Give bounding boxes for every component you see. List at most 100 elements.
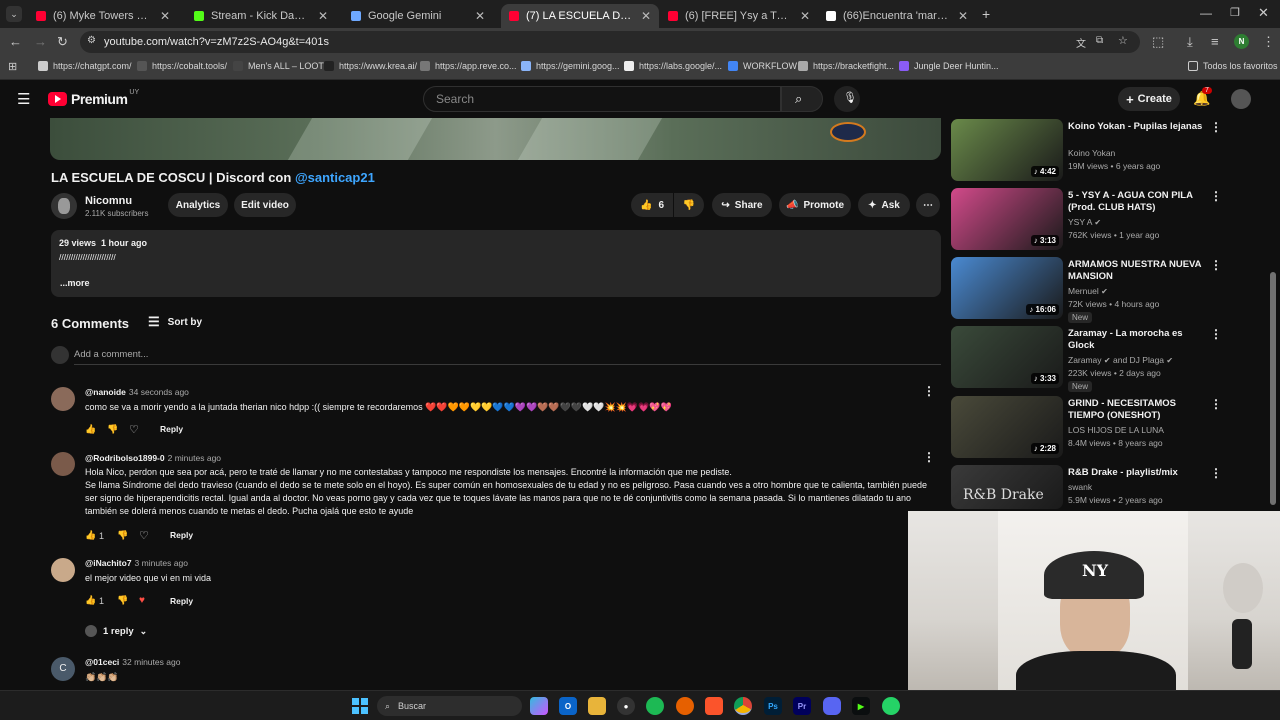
dislike-button[interactable]: 👎 (674, 193, 704, 217)
comment-avatar[interactable] (51, 387, 75, 411)
browser-tab[interactable]: (6) Myke Towers - TOP TIER (Vi ✕ (28, 4, 178, 28)
comment-avatar[interactable]: C (51, 657, 75, 681)
bookmark-item[interactable]: WORKFLOW (728, 61, 797, 71)
comment-menu-icon[interactable]: ⋮ (923, 384, 935, 398)
like-button[interactable]: 👍 6 (631, 193, 673, 217)
sort-by-button[interactable]: ☰ Sort by (148, 314, 202, 330)
profile-avatar[interactable]: N (1234, 34, 1249, 49)
related-video-title[interactable]: GRIND - NECESITAMOS TIEMPO (ONESHOT) (1068, 398, 1208, 422)
reply-button[interactable]: Reply (170, 596, 193, 606)
heart-icon[interactable]: ♡ (129, 423, 157, 436)
related-video-channel[interactable]: swank (1068, 481, 1092, 493)
comment-dislike-icon[interactable]: 👎 (117, 595, 139, 606)
whatsapp-icon[interactable] (882, 697, 900, 715)
discord-icon[interactable] (823, 697, 841, 715)
channel-avatar[interactable] (51, 193, 77, 219)
related-video-title[interactable]: R&B Drake - playlist/mix (1068, 467, 1208, 479)
browser-tab[interactable]: (6) [FREE] Ysy a Trap Beat Instru ✕ (660, 4, 818, 28)
bookmark-item[interactable]: https://chatgpt.com/ (38, 61, 132, 71)
comment-author[interactable]: @iNachito7 3 minutes ago (85, 558, 188, 568)
related-video-thumbnail[interactable]: ♪ 2:28 (951, 396, 1063, 458)
comment-dislike-icon[interactable]: 👎 (107, 424, 129, 435)
bookmark-item[interactable]: https://cobalt.tools/ (137, 61, 227, 71)
address-bar[interactable]: ⚙ youtube.com/watch?v=zM7z2S-AO4g&t=401s… (80, 31, 1140, 53)
reply-button[interactable]: Reply (170, 530, 193, 540)
file-explorer-icon[interactable] (588, 697, 606, 715)
related-video-title[interactable]: Zaramay - La morocha es Glock (1068, 328, 1208, 352)
related-video-menu-icon[interactable]: ⋮ (1210, 120, 1222, 134)
related-video-thumbnail[interactable]: ♪ 3:13 (951, 188, 1063, 250)
close-tab-icon[interactable]: ✕ (958, 9, 968, 23)
edit-video-button[interactable]: Edit video (234, 193, 296, 217)
reply-button[interactable]: Reply (160, 424, 183, 434)
taskbar-search[interactable]: ⌕ Buscar (377, 696, 522, 716)
comment-avatar[interactable] (51, 558, 75, 582)
bookmark-item[interactable]: Men's ALL – LOOT (233, 61, 324, 71)
comment-author[interactable]: @nanoide 34 seconds ago (85, 387, 189, 397)
related-video-channel[interactable]: YSY A ✔ (1068, 216, 1101, 229)
create-button[interactable]: + Create (1118, 87, 1180, 111)
comment-author[interactable]: @01ceci 32 minutes ago (85, 657, 180, 667)
install-icon[interactable]: ⧉ (1096, 35, 1103, 46)
search-button[interactable]: ⌕ (781, 86, 823, 112)
ask-button[interactable]: ✦ Ask (858, 193, 910, 217)
close-tab-icon[interactable]: ✕ (318, 9, 328, 23)
channel-name[interactable]: Nicomnu (85, 195, 132, 207)
add-comment-input[interactable]: Add a comment... (74, 349, 941, 365)
related-video-channel[interactable]: Zaramay ✔ and DJ Plaga ✔ (1068, 354, 1173, 367)
youtube-logo[interactable]: Premium UY (48, 89, 139, 107)
search-input[interactable]: Search (423, 86, 781, 112)
related-video-menu-icon[interactable]: ⋮ (1210, 466, 1222, 480)
spotify-icon[interactable] (646, 697, 664, 715)
view-replies-button[interactable]: 1 reply ⌄ (85, 625, 147, 637)
comment-avatar[interactable] (51, 452, 75, 476)
account-avatar[interactable] (1231, 89, 1251, 109)
comment-menu-icon[interactable]: ⋮ (923, 450, 935, 464)
browser-tab[interactable]: Google Gemini ✕ (343, 4, 493, 28)
close-window-icon[interactable]: ✕ (1258, 5, 1269, 21)
related-video-menu-icon[interactable]: ⋮ (1210, 397, 1222, 411)
download-icon[interactable]: ⤓ (1187, 34, 1193, 50)
all-bookmarks[interactable]: Todos los favoritos (1188, 61, 1278, 71)
comment-like-icon[interactable]: 👍 (85, 530, 99, 541)
copilot-icon[interactable] (530, 697, 548, 715)
video-player[interactable] (50, 118, 941, 160)
comment-dislike-icon[interactable]: 👎 (117, 530, 139, 541)
comment-like-icon[interactable]: 👍 (85, 424, 107, 435)
bookmark-star-icon[interactable]: ☆ (1118, 34, 1128, 47)
chrome-icon[interactable] (734, 697, 752, 715)
close-tab-icon[interactable]: ✕ (160, 9, 170, 23)
related-video-channel[interactable]: Koino Yokan (1068, 147, 1115, 159)
reload-icon[interactable]: ↻ (57, 34, 68, 50)
related-video-menu-icon[interactable]: ⋮ (1210, 327, 1222, 341)
close-tab-icon[interactable]: ✕ (641, 9, 651, 23)
bookmark-item[interactable]: https://app.reve.co... (420, 61, 517, 71)
outlook-icon[interactable]: O (559, 697, 577, 715)
related-video-thumbnail[interactable]: R&B Drake (951, 465, 1063, 509)
obs-icon[interactable]: ● (617, 697, 635, 715)
new-tab-icon[interactable]: + (982, 6, 990, 22)
related-video-channel[interactable]: LOS HIJOS DE LA LUNA (1068, 424, 1164, 436)
related-video-title[interactable]: Koino Yokan - Pupilas lejanas (1068, 121, 1208, 133)
close-tab-icon[interactable]: ✕ (475, 9, 485, 23)
close-tab-icon[interactable]: ✕ (800, 9, 810, 23)
comment-like-icon[interactable]: 👍 (85, 595, 99, 606)
bookmark-item[interactable]: Jungle Deer Huntin... (899, 61, 999, 71)
menu-icon[interactable]: ⋮ (1262, 34, 1275, 50)
analytics-button[interactable]: Analytics (168, 193, 228, 217)
heart-icon[interactable]: ♡ (139, 529, 167, 542)
mention-link[interactable]: @santicap21 (295, 170, 375, 185)
related-video-thumbnail[interactable]: ♪ 4:42 (951, 119, 1063, 181)
browser-tab[interactable]: (66)Encuentra 'martin cirio' en T ✕ (818, 4, 976, 28)
minimize-icon[interactable]: — (1200, 6, 1212, 20)
forward-icon[interactable]: → (34, 34, 47, 50)
description-box[interactable]: 29 views 1 hour ago ////////////////////… (51, 230, 941, 297)
bookmark-item[interactable]: https://www.krea.ai/ (324, 61, 417, 71)
reading-list-icon[interactable]: ≡ (1211, 34, 1219, 50)
site-info-icon[interactable]: ⚙ (87, 35, 96, 46)
bookmark-item[interactable]: https://labs.google/... (624, 61, 722, 71)
tab-search-icon[interactable]: ⌄ (6, 6, 22, 22)
related-video-title[interactable]: 5 - YSY A - AGUA CON PILA (Prod. CLUB HA… (1068, 190, 1208, 214)
related-video-thumbnail[interactable]: ♪ 3:33 (951, 326, 1063, 388)
restore-icon[interactable]: ❐ (1230, 6, 1240, 19)
